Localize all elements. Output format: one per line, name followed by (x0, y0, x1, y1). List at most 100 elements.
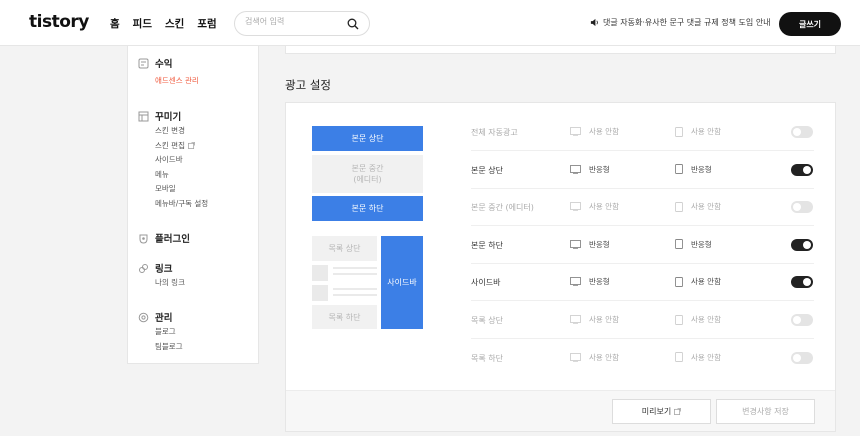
sidebar-item-decorate[interactable]: 꾸미기 (138, 109, 208, 123)
sidebar-item-mobile[interactable]: 모바일 (155, 182, 208, 197)
pc-icon (570, 277, 581, 287)
ad-toggle[interactable] (791, 163, 813, 176)
sidebar-item-plugin[interactable]: 플러그인 (138, 231, 190, 245)
sidebar-item-menu[interactable]: 메뉴 (155, 168, 208, 183)
sidebar-item-link[interactable]: 링크 (138, 261, 185, 275)
sidebar-item-team-blog[interactable]: 팀블로그 (155, 340, 183, 355)
mobile-ad-select[interactable]: 사용 안함 (675, 352, 721, 363)
search-icon[interactable] (347, 18, 359, 30)
mobile-ad-value: 사용 안함 (691, 202, 721, 212)
notice-text: 댓글 자동화·유사한 문구 댓글 규제 정책 도입 안내 (603, 18, 771, 27)
ad-toggle[interactable] (791, 238, 813, 251)
mobile-icon (675, 201, 683, 212)
tistory-logo[interactable]: tistory (29, 12, 89, 32)
preview-body-middle: 본문 중간 (에디터) (312, 155, 423, 193)
pc-icon (570, 352, 581, 362)
sidebar-item-skin-change[interactable]: 스킨 변경 (155, 124, 208, 139)
ad-row: 전체 자동광고 사용 안함 사용 안함 (471, 114, 814, 151)
nav-skin[interactable]: 스킨 (165, 16, 184, 31)
ad-row-label: 목록 상단 (471, 316, 503, 325)
mobile-ad-select[interactable]: 사용 안함 (675, 314, 721, 325)
sidebar-item-revenue[interactable]: 수익 (138, 56, 199, 70)
preview-button-label: 미리보기 (641, 407, 672, 416)
ad-row-label: 전체 자동광고 (471, 128, 518, 137)
sidebar-group-link: 링크 나의 링크 (138, 261, 185, 291)
pc-icon (570, 315, 581, 324)
toggle-knob (803, 278, 811, 287)
ad-settings-card: 본문 상단 본문 중간 (에디터) 본문 하단 목록 상단 목록 하단 사이드바… (285, 102, 836, 432)
sidebar-group-decorate: 꾸미기 스킨 변경 스킨 편집 사이드바 메뉴 모바일 메뉴바/구독 설정 (138, 109, 208, 212)
preview-list-bottom-label: 목록 하단 (328, 312, 361, 322)
pc-ad-value: 사용 안함 (589, 315, 619, 324)
nav-feed[interactable]: 피드 (133, 16, 152, 31)
preview-button[interactable]: 미리보기 (612, 399, 711, 424)
preview-body-middle-sub: (에디터) (353, 175, 382, 184)
pc-icon (570, 202, 581, 212)
plugin-icon (139, 234, 148, 244)
pc-ad-select[interactable]: 사용 안함 (570, 126, 619, 137)
pc-ad-value: 사용 안함 (589, 352, 619, 362)
mobile-ad-select[interactable]: 사용 안함 (675, 126, 721, 137)
pc-icon (570, 164, 581, 174)
mobile-icon (675, 314, 683, 325)
sidebar-item-blog[interactable]: 블로그 (155, 325, 183, 340)
preview-thumb (312, 285, 328, 301)
sidebar-item-skin-edit[interactable]: 스킨 편집 (155, 139, 208, 154)
ad-row: 본문 중간 (에디터) 사용 안함 사용 안함 (471, 189, 814, 227)
ad-toggle[interactable] (791, 126, 813, 138)
preview-line (333, 288, 377, 290)
preview-line (333, 294, 377, 296)
card-footer: 미리보기 변경사항 저장 (286, 390, 835, 431)
sidebar-item-my-link[interactable]: 나의 링크 (155, 276, 185, 291)
ad-row-label: 목록 하단 (471, 353, 503, 363)
pc-ad-value: 반응형 (589, 277, 610, 287)
preview-body-bottom: 본문 하단 (312, 196, 423, 221)
pc-ad-select[interactable]: 반응형 (570, 276, 610, 287)
nav-forum[interactable]: 포럼 (197, 16, 216, 31)
pc-ad-value: 반응형 (589, 239, 610, 249)
write-button[interactable]: 글쓰기 (779, 12, 841, 36)
toggle-knob (793, 128, 801, 136)
toggle-knob (793, 203, 801, 212)
pc-ad-value: 반응형 (589, 164, 610, 174)
sidebar-item-manage[interactable]: 관리 (138, 310, 183, 324)
top-header: tistory 홈 피드 스킨 포럼 댓글 자동화·유사한 문구 댓글 규제 정… (0, 0, 860, 46)
mobile-ad-select[interactable]: 반응형 (675, 164, 712, 175)
mobile-icon (675, 352, 683, 363)
ad-toggle[interactable] (791, 201, 813, 214)
sidebar-group-revenue: 수익 애드센스 관리 (138, 56, 199, 89)
sidebar-item-label: 링크 (155, 264, 173, 275)
sidebar-item-adsense[interactable]: 애드센스 관리 (155, 74, 199, 89)
ad-row: 목록 하단 사용 안함 사용 안함 (471, 340, 814, 377)
mobile-icon (675, 164, 683, 175)
preview-list-top: 목록 상단 (312, 236, 377, 261)
mobile-ad-value: 사용 안함 (691, 352, 721, 362)
pc-ad-select[interactable]: 반응형 (570, 239, 610, 250)
preview-sidebar: 사이드바 (381, 236, 423, 329)
ad-toggle[interactable] (791, 314, 813, 326)
nav-home[interactable]: 홈 (110, 16, 120, 31)
search-input[interactable] (245, 17, 345, 26)
pc-ad-select[interactable]: 사용 안함 (570, 352, 619, 363)
main-nav: 홈 피드 스킨 포럼 (110, 16, 217, 31)
mobile-ad-select[interactable]: 사용 안함 (675, 276, 721, 287)
mobile-icon (675, 239, 683, 250)
sidebar-item-label: 꾸미기 (155, 112, 182, 123)
preview-body-middle-label: 본문 중간 (351, 164, 384, 173)
ad-row-label: 본문 상단 (471, 165, 503, 175)
sidebar-item-sidebar[interactable]: 사이드바 (155, 153, 208, 168)
section-title: 광고 설정 (285, 78, 331, 92)
pc-ad-select[interactable]: 반응형 (570, 164, 610, 175)
ad-toggle[interactable] (791, 351, 813, 364)
ad-toggle[interactable] (791, 276, 813, 289)
mobile-ad-select[interactable]: 사용 안함 (675, 201, 721, 212)
notice-link[interactable]: 댓글 자동화·유사한 문구 댓글 규제 정책 도입 안내 (590, 17, 771, 28)
mobile-ad-select[interactable]: 반응형 (675, 239, 712, 250)
pc-ad-select[interactable]: 사용 안함 (570, 201, 619, 212)
sidebar-item-menubar[interactable]: 메뉴바/구독 설정 (155, 197, 208, 212)
save-changes-button[interactable]: 변경사항 저장 (716, 399, 815, 424)
mobile-icon (675, 126, 683, 137)
pc-ad-select[interactable]: 사용 안함 (570, 314, 619, 325)
external-link-icon (674, 408, 682, 415)
mobile-ad-value: 사용 안함 (691, 277, 721, 287)
